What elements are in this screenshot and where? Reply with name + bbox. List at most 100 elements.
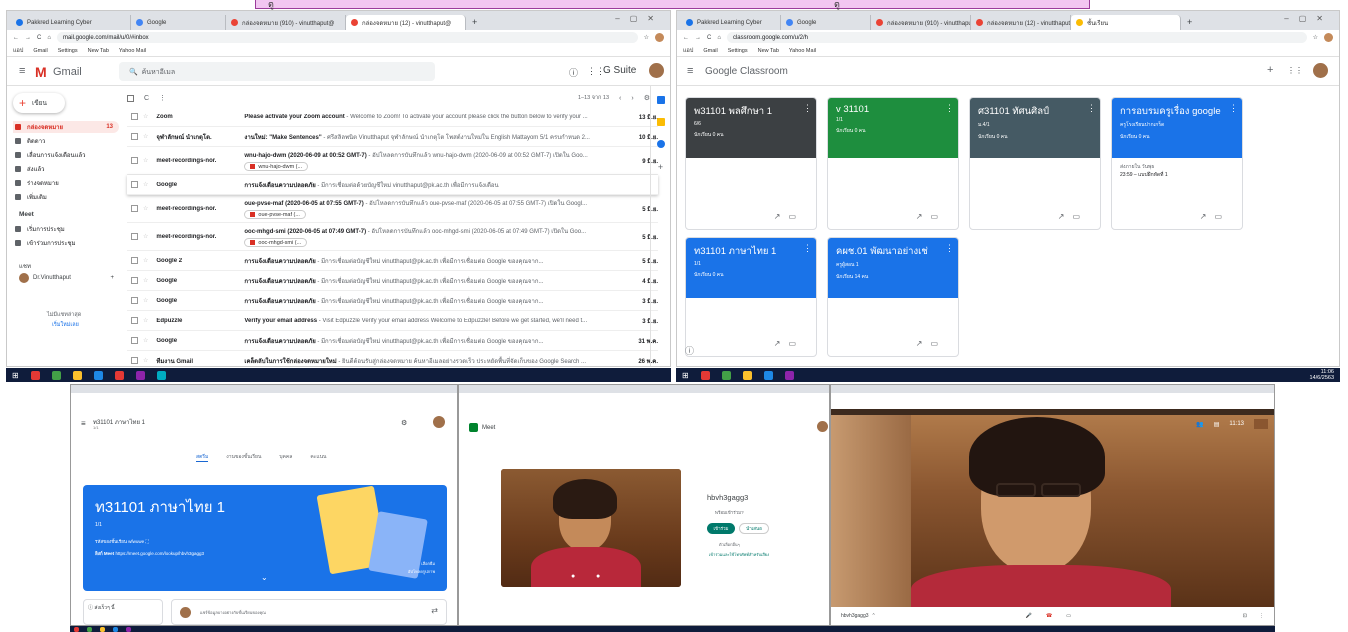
- app-icon[interactable]: [30, 370, 40, 380]
- start-new-link[interactable]: เริ่มใหม่เลย: [52, 321, 79, 329]
- start-icon[interactable]: ⊞: [682, 371, 689, 380]
- row-checkbox[interactable]: [131, 317, 138, 324]
- bookmark-1[interactable]: Gmail: [33, 48, 47, 54]
- row-checkbox[interactable]: [131, 233, 138, 240]
- class-card[interactable]: การอบรมครูเรื่อง google ครูโรงเรียนปากเกร…: [1111, 97, 1243, 230]
- bookmark-2[interactable]: Settings: [58, 48, 78, 54]
- tab-grades[interactable]: คะแนน: [310, 453, 326, 462]
- app-icon[interactable]: [784, 370, 794, 380]
- card-title[interactable]: การอบรมครูเรื่อง google: [1120, 104, 1234, 119]
- row-checkbox[interactable]: [131, 297, 138, 304]
- bookmark-3[interactable]: New Tab: [758, 48, 779, 54]
- trending-icon[interactable]: ↗: [916, 339, 931, 348]
- present-button[interactable]: นำเสนอ: [739, 523, 769, 534]
- row-checkbox[interactable]: [131, 157, 138, 164]
- star-icon[interactable]: ☆: [143, 133, 148, 140]
- mail-row[interactable]: ☆ Edpuzzle Verify your email address - Vis…: [127, 311, 658, 331]
- window-controls[interactable]: –▢✕: [1284, 14, 1333, 23]
- star-icon[interactable]: ☆: [143, 113, 148, 120]
- app-icon[interactable]: [93, 370, 103, 380]
- chat-icon[interactable]: ▤: [1214, 421, 1220, 428]
- attachment-chip[interactable]: oue-pvse-maf (...: [244, 210, 306, 219]
- star-icon[interactable]: ☆: [143, 233, 148, 240]
- mail-row[interactable]: ☆ จุฬาลักษณ์ นำเกตุโต. งานใหม่: "Make Sent…: [127, 127, 658, 147]
- bookmark-1[interactable]: Gmail: [703, 48, 717, 54]
- tab-people[interactable]: บุคคล: [279, 453, 292, 462]
- class-card[interactable]: ศ31101 ทัศนศิลป์ ม.4/1 นักเรียน 0 คน ⋮ ↗▭: [969, 97, 1101, 230]
- camera-icon[interactable]: ●: [596, 573, 600, 580]
- sidebar-item-inbox[interactable]: กล่องจดหมาย 13: [13, 121, 119, 133]
- new-tab-icon[interactable]: +: [466, 17, 483, 30]
- avatar[interactable]: [1313, 63, 1328, 78]
- app-icon[interactable]: [113, 626, 118, 632]
- mail-row[interactable]: ☆ Zoom Please activate your Zoom account -…: [127, 107, 658, 127]
- settings-icon[interactable]: ⚙: [401, 419, 407, 427]
- more-icon[interactable]: ⋮: [1259, 613, 1264, 619]
- reload-icon[interactable]: C: [707, 35, 711, 41]
- app-icon[interactable]: [114, 370, 124, 380]
- tab-2[interactable]: กล่องจดหมาย (910) - vinutthaput@: [226, 15, 346, 30]
- forward-icon[interactable]: →: [695, 35, 701, 41]
- bookmark-4[interactable]: Yahoo Mail: [789, 48, 816, 54]
- mail-row[interactable]: ☆ meet-recordings-nor. wnu-hajo-dwm (2020-…: [127, 147, 658, 175]
- app-icon[interactable]: [51, 370, 61, 380]
- more-icon[interactable]: ⋮: [945, 243, 954, 254]
- keep-icon[interactable]: [656, 118, 665, 126]
- chevron-up-icon[interactable]: ⌃: [872, 613, 876, 619]
- compose-button[interactable]: + เขียน: [13, 93, 65, 113]
- tab-2[interactable]: กล่องจดหมาย (910) - vinutthaput@: [871, 15, 971, 30]
- calendar-icon[interactable]: [656, 96, 665, 104]
- trending-icon[interactable]: ↗: [774, 339, 789, 348]
- prev-icon[interactable]: ‹: [619, 95, 621, 102]
- tab-4[interactable]: ชั้นเรียน: [1071, 15, 1181, 30]
- star-icon[interactable]: ☆: [143, 257, 148, 264]
- row-checkbox[interactable]: [131, 337, 138, 344]
- folder-icon[interactable]: ▭: [788, 212, 804, 221]
- meet-start[interactable]: เริ่มการประชุม: [13, 223, 119, 235]
- star-icon[interactable]: ☆: [644, 34, 649, 41]
- tab-1[interactable]: Google: [131, 15, 226, 30]
- trending-icon[interactable]: ↗: [916, 212, 931, 221]
- add-icon[interactable]: +: [651, 162, 670, 172]
- star-icon[interactable]: ☆: [143, 317, 148, 324]
- mail-row[interactable]: ☆ meet-recordings-nor. oue-pvse-maf (2020-…: [127, 195, 658, 223]
- sidebar-item-sent[interactable]: ส่งแล้ว: [13, 163, 119, 175]
- card-title[interactable]: v 31101: [836, 104, 950, 115]
- mail-row[interactable]: ☆ Google การแจ้งเตือนความปลอดภัย - มีการเช…: [127, 291, 658, 311]
- hangouts-user[interactable]: Dr.Vinutthaput +: [19, 273, 114, 283]
- app-icon[interactable]: [72, 370, 82, 380]
- people-icon[interactable]: 👥: [1196, 421, 1203, 428]
- app-icon[interactable]: [156, 370, 166, 380]
- join-phone-link[interactable]: เข้าร่วมและใช้โทรศัพท์สำหรับเสียง: [709, 551, 769, 558]
- sidebar-item-snoozed[interactable]: เลื่อนการแจ้งเตือนแล้ว: [13, 149, 119, 161]
- tab-3[interactable]: กล่องจดหมาย (12) - vinutthaput@: [346, 15, 466, 30]
- folder-icon[interactable]: ▭: [788, 339, 804, 348]
- profile-icon[interactable]: [1324, 33, 1333, 42]
- home-icon[interactable]: ⌂: [47, 35, 51, 41]
- star-icon[interactable]: ☆: [143, 205, 148, 212]
- more-icon[interactable]: ⋮: [1229, 103, 1238, 114]
- row-checkbox[interactable]: [131, 181, 138, 188]
- folder-icon[interactable]: ▭: [930, 339, 946, 348]
- present-icon[interactable]: ⊡: [1243, 613, 1247, 619]
- bookmark-0[interactable]: แอป: [683, 47, 693, 55]
- add-class-icon[interactable]: +: [1267, 64, 1273, 76]
- row-checkbox[interactable]: [131, 277, 138, 284]
- help-icon[interactable]: ⓘ: [569, 66, 578, 79]
- trending-icon[interactable]: ↗: [1058, 212, 1073, 221]
- more-icon[interactable]: ⋮: [945, 103, 954, 114]
- mail-row[interactable]: ☆ Google การแจ้งเตือนความปลอดภัย - มีการเช…: [127, 175, 658, 195]
- more-icon[interactable]: ⋮: [1087, 103, 1096, 114]
- chevron-down-icon[interactable]: ⌄: [261, 573, 268, 582]
- mail-row[interactable]: ☆ Google 2 การแจ้งเตือนความปลอดภัย - มีการ…: [127, 251, 658, 271]
- menu-icon[interactable]: ≡: [81, 419, 86, 428]
- class-card[interactable]: ท31101 ภาษาไทย 1 1/1 นักเรียน 0 คน ⋮ ↗▭: [685, 237, 817, 357]
- tab-0[interactable]: Pakkred Learning Cyber: [11, 15, 131, 30]
- more-icon[interactable]: ⋮: [803, 243, 812, 254]
- trending-icon[interactable]: ↗: [774, 212, 789, 221]
- star-icon[interactable]: ☆: [143, 297, 148, 304]
- window-controls[interactable]: –▢✕: [615, 14, 664, 23]
- sidebar-item-more[interactable]: เพิ่มเติม: [13, 191, 119, 203]
- attachment-chip[interactable]: ooc-mhgd-smi (...: [244, 238, 308, 247]
- camera-icon[interactable]: ▭: [1066, 613, 1071, 619]
